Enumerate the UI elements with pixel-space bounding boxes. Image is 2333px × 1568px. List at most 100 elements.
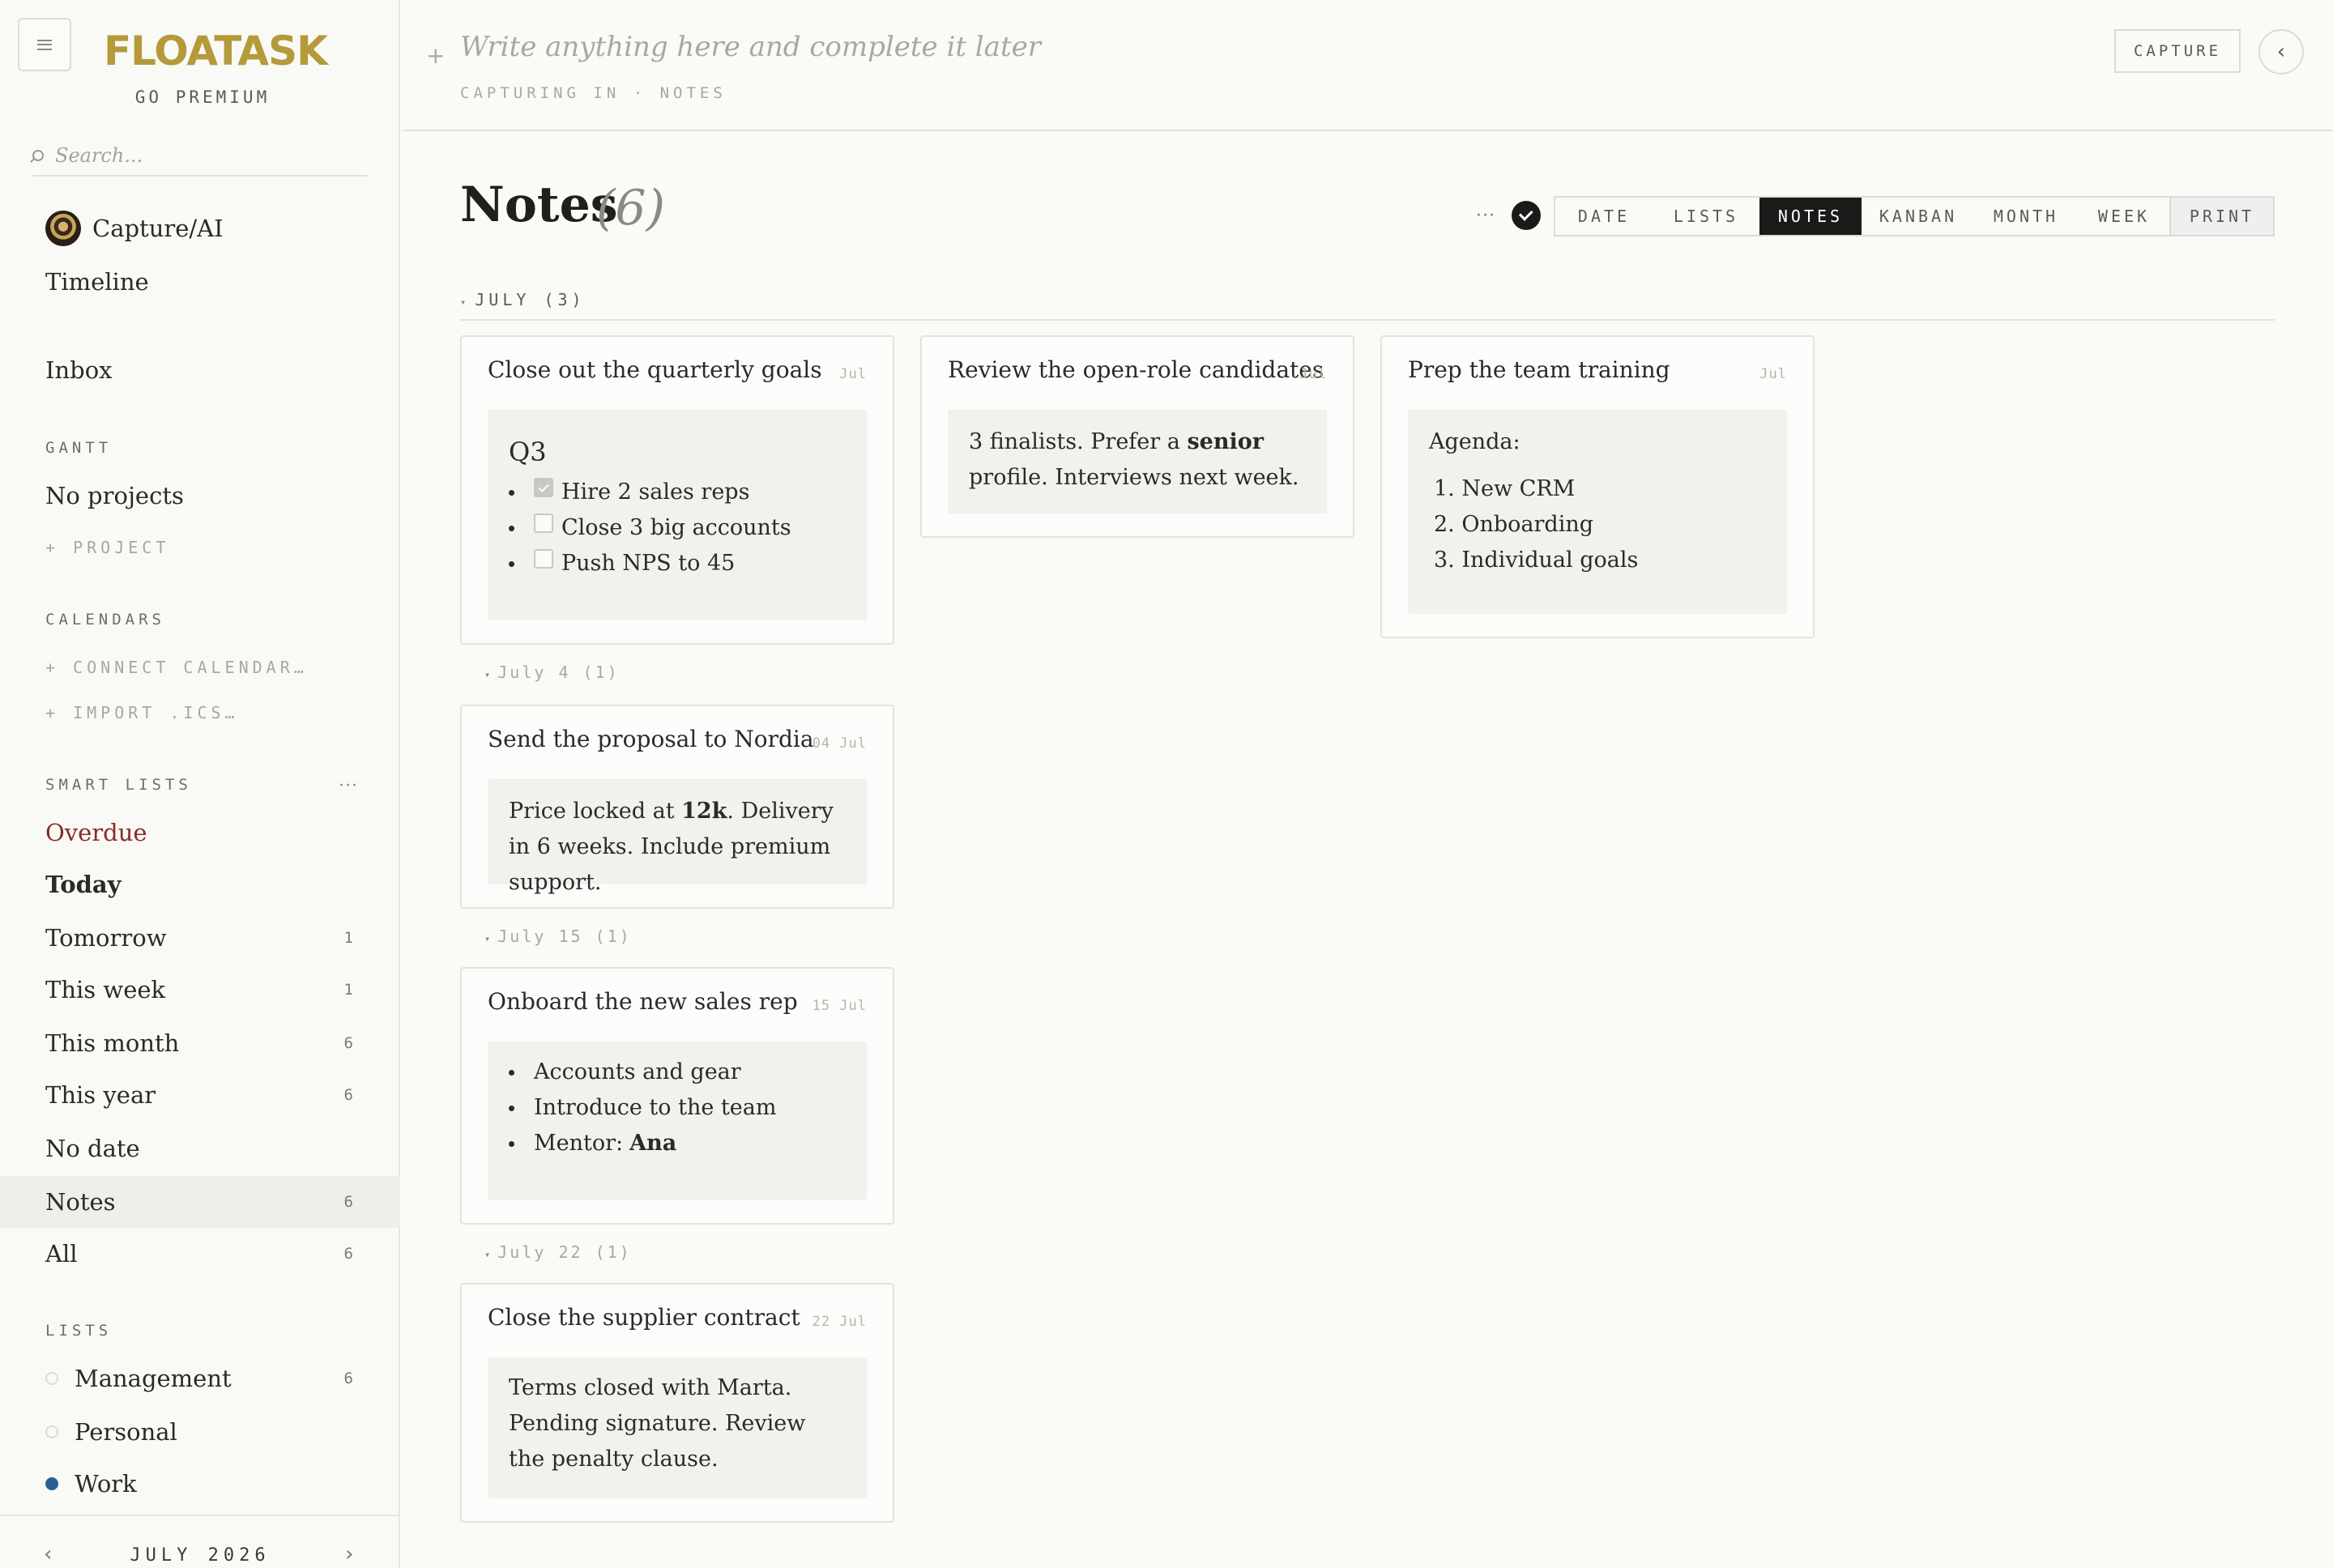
- note-title: Onboard the new sales rep: [488, 988, 798, 1015]
- tab-kanban[interactable]: KANBAN: [1862, 198, 1975, 235]
- list-color-dot: [45, 1477, 58, 1490]
- sidebar-list-management[interactable]: Management 6: [0, 1353, 400, 1404]
- sidebar-item-label: This month: [45, 1029, 180, 1057]
- sidebar-item-this-month[interactable]: This month 6: [0, 1017, 400, 1069]
- sidebar-item-capture-ai[interactable]: Capture/AI: [0, 202, 400, 254]
- note-title: Prep the team training: [1408, 356, 1670, 383]
- sidebar-item-this-week[interactable]: This week 1: [0, 964, 400, 1016]
- sidebar-item-overdue[interactable]: Overdue: [0, 807, 400, 859]
- note-card[interactable]: Close out the quarterly goals Jul Q3 Hir…: [460, 335, 894, 645]
- group-label: JULY (3): [475, 290, 586, 309]
- sidebar-list-personal[interactable]: Personal: [0, 1406, 400, 1458]
- divider: [460, 319, 2275, 321]
- check-icon[interactable]: [1512, 201, 1541, 230]
- import-ics-link[interactable]: + IMPORT .ICS…: [45, 703, 239, 722]
- checkbox[interactable]: [534, 513, 553, 533]
- next-month-button[interactable]: ›: [345, 1542, 353, 1566]
- tab-notes[interactable]: NOTES: [1759, 198, 1862, 235]
- note-body: Accounts and gear Introduce to the team …: [488, 1042, 867, 1200]
- sidebar-item-label: Personal: [75, 1418, 177, 1446]
- capture-input[interactable]: [460, 31, 1513, 63]
- page-title: Notes: [460, 177, 618, 233]
- sidebar-item-all[interactable]: All 6: [0, 1228, 400, 1280]
- subgroup-label: July 22 (1): [497, 1242, 632, 1262]
- list-item-text: Mentor:: [534, 1131, 624, 1156]
- add-project-link[interactable]: + PROJECT: [45, 538, 169, 557]
- item-count: 6: [343, 1370, 353, 1387]
- tab-week[interactable]: WEEK: [2077, 198, 2171, 235]
- calendars-heading: CALENDARS: [45, 611, 165, 628]
- list-color-dot: [45, 1372, 58, 1385]
- note-card[interactable]: Close the supplier contract 22 Jul Terms…: [460, 1283, 894, 1523]
- bullet-icon: [509, 1105, 514, 1111]
- note-card[interactable]: Onboard the new sales rep 15 Jul Account…: [460, 967, 894, 1225]
- list-item: Introduce to the team: [509, 1090, 846, 1126]
- mini-calendar-month: JULY 2026: [130, 1545, 271, 1566]
- sidebar-item-this-year[interactable]: This year 6: [0, 1069, 400, 1121]
- subgroup-header-july-4[interactable]: ▾ July 4 (1): [484, 663, 620, 682]
- connect-calendar-link[interactable]: + CONNECT CALENDAR…: [45, 658, 308, 677]
- note-text-bold: 12k: [681, 799, 727, 824]
- caret-down-icon: ▾: [484, 933, 493, 944]
- sidebar-search: [32, 136, 368, 177]
- plus-icon: +: [426, 42, 446, 69]
- sidebar-item-notes[interactable]: Notes 6: [0, 1176, 400, 1228]
- checklist-item: Close 3 big accounts: [509, 510, 846, 546]
- note-card[interactable]: Send the proposal to Nordia 04 Jul Price…: [460, 705, 894, 909]
- ordered-list: 1. New CRM 2. Onboarding 3. Individual g…: [1429, 471, 1766, 578]
- sidebar-item-timeline[interactable]: Timeline: [0, 256, 400, 308]
- checkbox[interactable]: [534, 478, 553, 497]
- tab-date[interactable]: DATE: [1555, 198, 1653, 235]
- smart-lists-more-icon[interactable]: ···: [339, 776, 358, 796]
- checkbox[interactable]: [534, 549, 553, 569]
- item-count: 6: [343, 1193, 353, 1211]
- caret-down-icon: ▾: [460, 296, 471, 308]
- note-text: Price locked at: [509, 799, 682, 824]
- sidebar-item-label: No projects: [45, 482, 184, 509]
- app-logo[interactable]: FLOATASK: [104, 28, 328, 75]
- note-date: Jul: [839, 366, 867, 382]
- note-body: Terms closed with Marta. Pending signatu…: [488, 1357, 867, 1498]
- note-text: profile. Interviews next week.: [969, 465, 1299, 490]
- sidebar-item-label: Work: [75, 1470, 137, 1498]
- search-input[interactable]: [55, 144, 347, 167]
- note-date: 22 Jul: [812, 1314, 867, 1330]
- bullet-list: Accounts and gear Introduce to the team …: [509, 1055, 846, 1161]
- note-intro: Agenda:: [1429, 429, 1521, 454]
- bullet-icon: [509, 489, 514, 496]
- note-card[interactable]: Prep the team training Jul Agenda: 1. Ne…: [1380, 335, 1815, 638]
- tab-lists[interactable]: LISTS: [1653, 198, 1759, 235]
- note-heading: Q3: [509, 437, 547, 467]
- prev-month-button[interactable]: ‹: [44, 1542, 52, 1566]
- sidebar-item-label: Management: [75, 1365, 232, 1392]
- tab-month[interactable]: MONTH: [1975, 198, 2077, 235]
- note-date: 04 Jul: [812, 735, 867, 752]
- group-header-july[interactable]: ▾ JULY (3): [460, 290, 586, 309]
- note-card[interactable]: Review the open-role candidates Jul 3 fi…: [920, 335, 1354, 538]
- subgroup-header-july-22[interactable]: ▾ July 22 (1): [484, 1242, 632, 1262]
- menu-toggle-button[interactable]: [18, 18, 71, 71]
- sidebar-list-work[interactable]: Work: [0, 1458, 400, 1510]
- page-count: (6): [596, 180, 665, 236]
- subgroup-header-july-15[interactable]: ▾ July 15 (1): [484, 927, 632, 946]
- item-count: 6: [343, 1034, 353, 1052]
- sidebar-item-no-date[interactable]: No date: [0, 1123, 400, 1174]
- sidebar-item-inbox[interactable]: Inbox: [0, 344, 400, 396]
- sidebar-item-today[interactable]: Today: [0, 859, 400, 910]
- checklist-item-text: Close 3 big accounts: [561, 515, 791, 540]
- sidebar-item-no-projects: No projects: [0, 470, 400, 522]
- capture-button[interactable]: CAPTURE: [2114, 29, 2241, 73]
- checklist-item-text: Hire 2 sales reps: [561, 479, 750, 505]
- more-options-icon[interactable]: ···: [1476, 206, 1495, 226]
- chevron-left-icon[interactable]: ‹: [2258, 29, 2304, 75]
- sidebar-item-tomorrow[interactable]: Tomorrow 1: [0, 912, 400, 964]
- list-item: Mentor: Ana: [509, 1126, 846, 1161]
- go-premium-link[interactable]: GO PREMIUM: [104, 87, 301, 107]
- print-button[interactable]: PRINT: [2169, 196, 2275, 236]
- subgroup-label: July 15 (1): [497, 927, 632, 946]
- mini-calendar-header: ‹ JULY 2026 ›: [0, 1515, 400, 1568]
- note-text: 3 finalists. Prefer a: [969, 429, 1188, 454]
- bullet-icon: [509, 1069, 514, 1076]
- item-count: 6: [343, 1245, 353, 1263]
- item-count: 1: [343, 981, 353, 999]
